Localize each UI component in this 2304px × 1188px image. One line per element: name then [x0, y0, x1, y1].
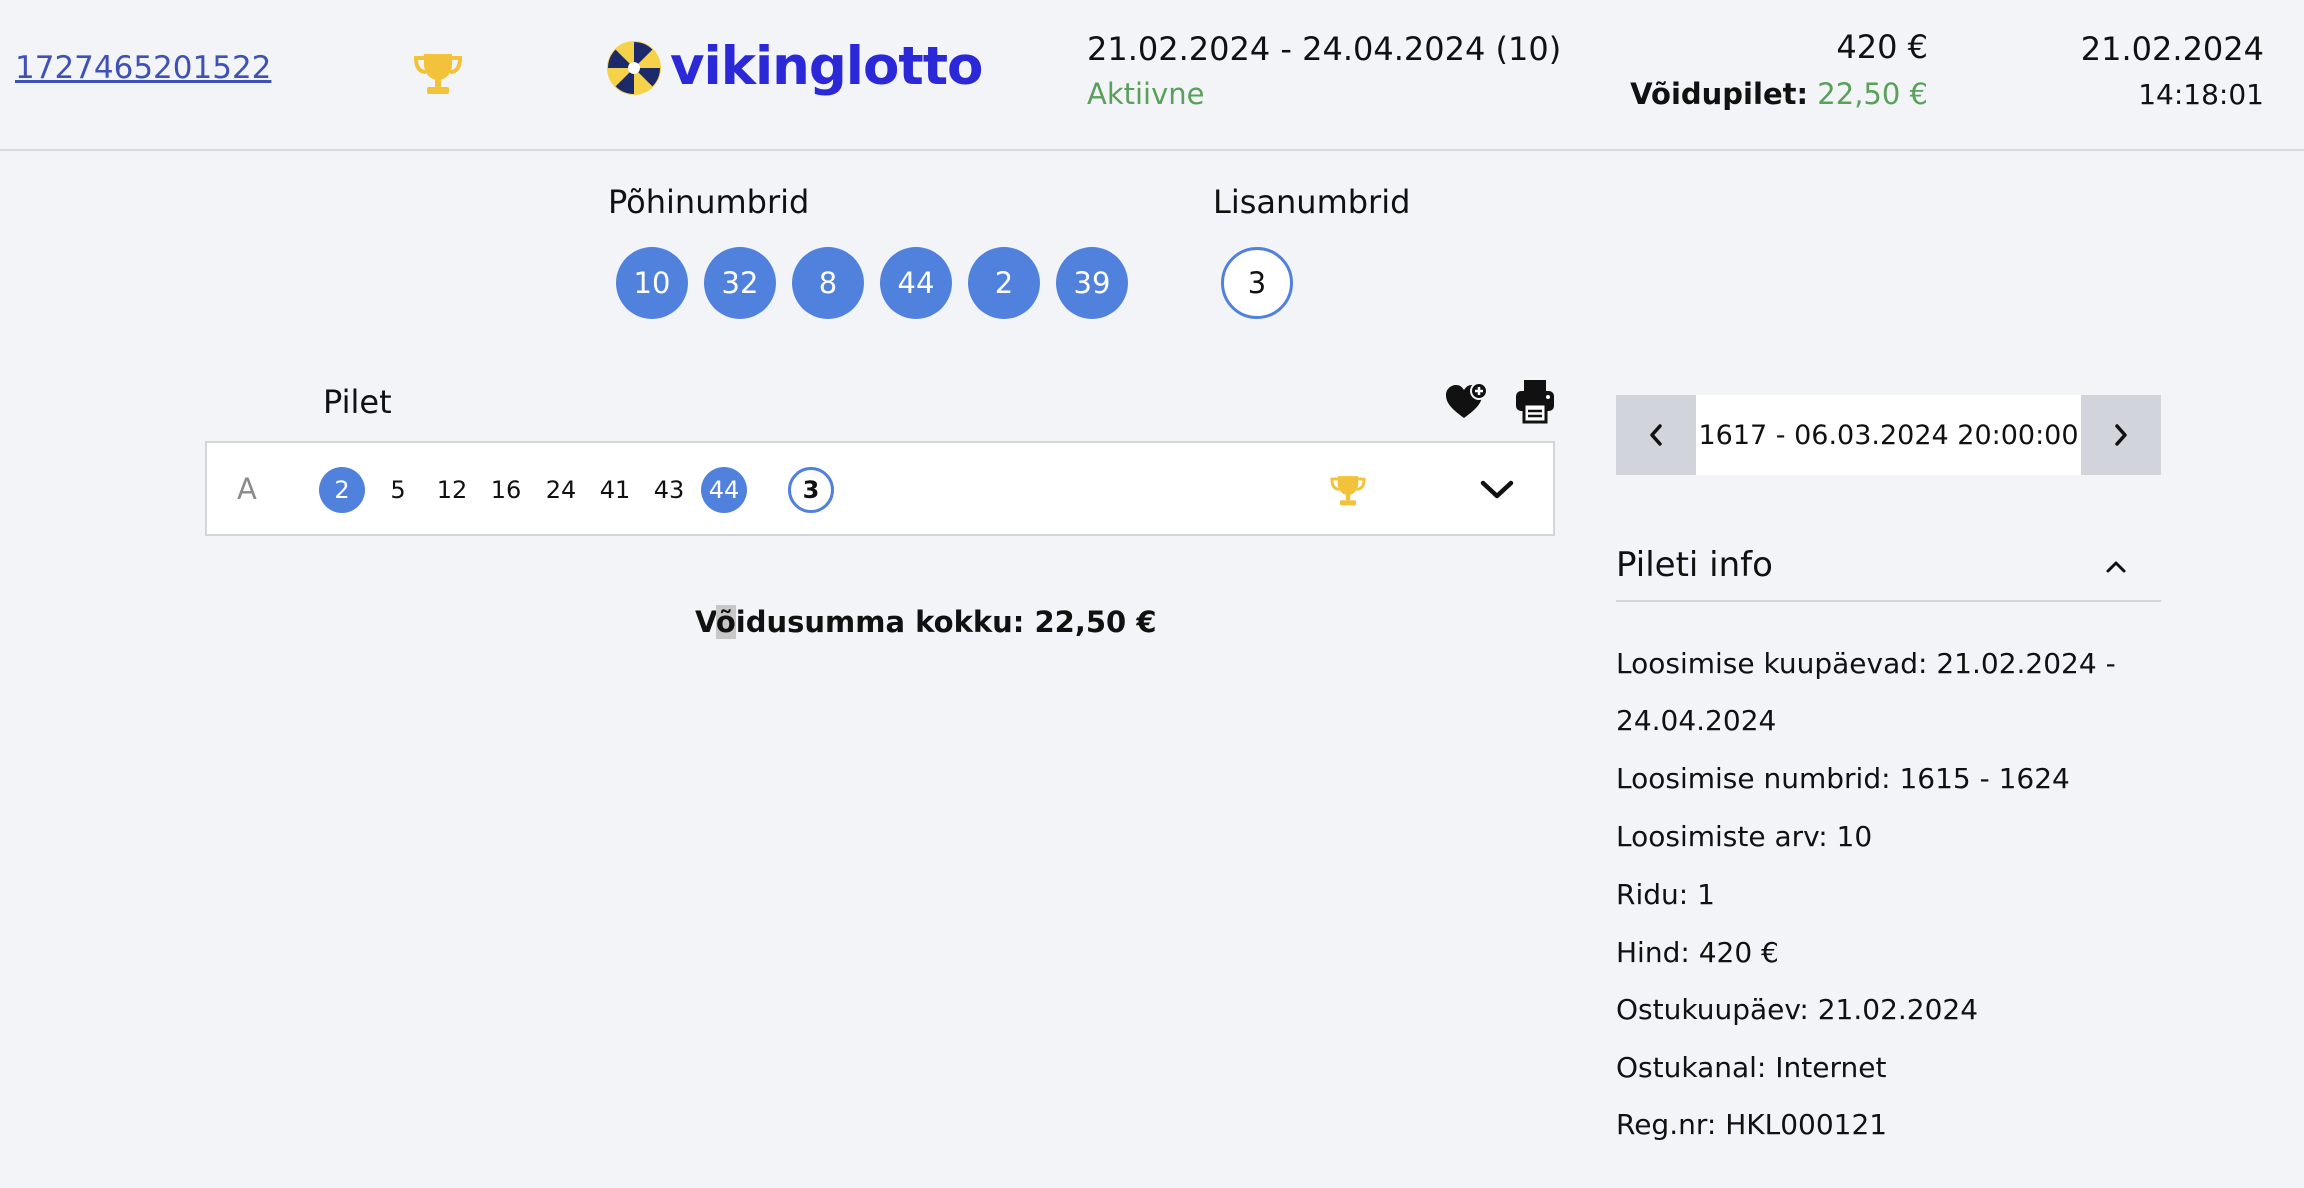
heart-plus-icon[interactable]: [1444, 382, 1488, 422]
info-item: Loosimise numbrid: 1615 - 1624: [1616, 762, 2070, 795]
main-number-ball: 44: [880, 247, 952, 319]
info-item: Ostukanal: Internet: [1616, 1051, 1887, 1084]
next-draw-button[interactable]: [2081, 395, 2161, 475]
chevron-down-icon[interactable]: [1479, 477, 1515, 501]
trophy-icon: [1330, 476, 1366, 506]
total-highlight: õ: [715, 605, 736, 639]
main-number-ball: 10: [616, 247, 688, 319]
info-item: Hind: 420 €: [1616, 936, 1779, 969]
chevron-right-icon: [2115, 424, 2127, 446]
ticket-detail-page: 1727465201522 vikinglotto 21.02.2024 - 2…: [0, 0, 2304, 1188]
ticket-extra-number: 3: [788, 467, 834, 513]
ticket-title: Pilet: [323, 383, 392, 421]
chevron-up-icon[interactable]: [2102, 553, 2130, 581]
info-item: Ostukuupäev: 21.02.2024: [1616, 993, 1979, 1026]
total-winnings: Võidusumma kokku: 22,50 €: [695, 602, 1157, 642]
draw-selector: 1617 - 06.03.2024 20:00:00: [1616, 395, 2161, 475]
info-item: Loosimise kuupäevad: 21.02.2024 -: [1616, 647, 2116, 680]
status-badge: Aktiivne: [1087, 77, 1205, 111]
purchase-date: 21.02.2024: [2080, 30, 2264, 68]
total-rest: idusumma kokku: 22,50 €: [735, 605, 1157, 639]
prev-draw-button[interactable]: [1616, 395, 1696, 475]
total-prefix: V: [695, 605, 716, 639]
win-ticket-label: Võidupilet:: [1630, 77, 1809, 111]
info-item: Reg.nr: HKL000121: [1616, 1108, 1888, 1141]
extra-numbers-title: Lisanumbrid: [1213, 183, 1411, 221]
main-number-ball: 32: [704, 247, 776, 319]
draw-period: 21.02.2024 - 24.04.2024 (10): [1087, 30, 1562, 68]
ticket-number: 24: [545, 476, 577, 504]
ticket-number: 43: [653, 476, 685, 504]
extra-number-ball: 3: [1221, 247, 1293, 319]
win-ticket-summary: Võidupilet: 22,50 €: [1630, 74, 1928, 114]
purchase-time: 14:18:01: [2138, 78, 2264, 111]
main-number-ball: 2: [968, 247, 1040, 319]
ticket-number-hit: 2: [319, 467, 365, 513]
ticket-number-hit: 44: [701, 467, 747, 513]
chevron-left-icon: [1650, 424, 1662, 446]
ticket-number: 5: [390, 476, 406, 504]
main-numbers-title: Põhinumbrid: [608, 183, 810, 221]
info-item: Ridu: 1: [1616, 878, 1715, 911]
main-number-ball: 8: [792, 247, 864, 319]
row-label: A: [237, 472, 257, 506]
ticket-id-link[interactable]: 1727465201522: [15, 48, 271, 88]
ticket-row[interactable]: A 2 5 12 16 24 41 43 44 3: [205, 441, 1555, 536]
ticket-info-divider: [1616, 600, 2161, 602]
header-divider: [0, 149, 2304, 151]
win-ticket-value: 22,50 €: [1817, 77, 1928, 111]
ticket-number: 12: [436, 476, 468, 504]
ticket-number: 41: [599, 476, 631, 504]
vikinglotto-logo-icon: [607, 41, 661, 95]
info-item: 24.04.2024: [1616, 704, 1777, 737]
ticket-price: 420 €: [1836, 28, 1928, 66]
printer-icon[interactable]: [1514, 378, 1556, 424]
ticket-number: 16: [490, 476, 522, 504]
info-item: Loosimiste arv: 10: [1616, 820, 1873, 853]
main-number-ball: 39: [1056, 247, 1128, 319]
draw-selector-value[interactable]: 1617 - 06.03.2024 20:00:00: [1696, 395, 2081, 475]
ticket-info-title[interactable]: Pileti info: [1616, 543, 1773, 587]
vikinglotto-logo-text: vikinglotto: [670, 36, 983, 97]
trophy-icon: [413, 54, 463, 94]
